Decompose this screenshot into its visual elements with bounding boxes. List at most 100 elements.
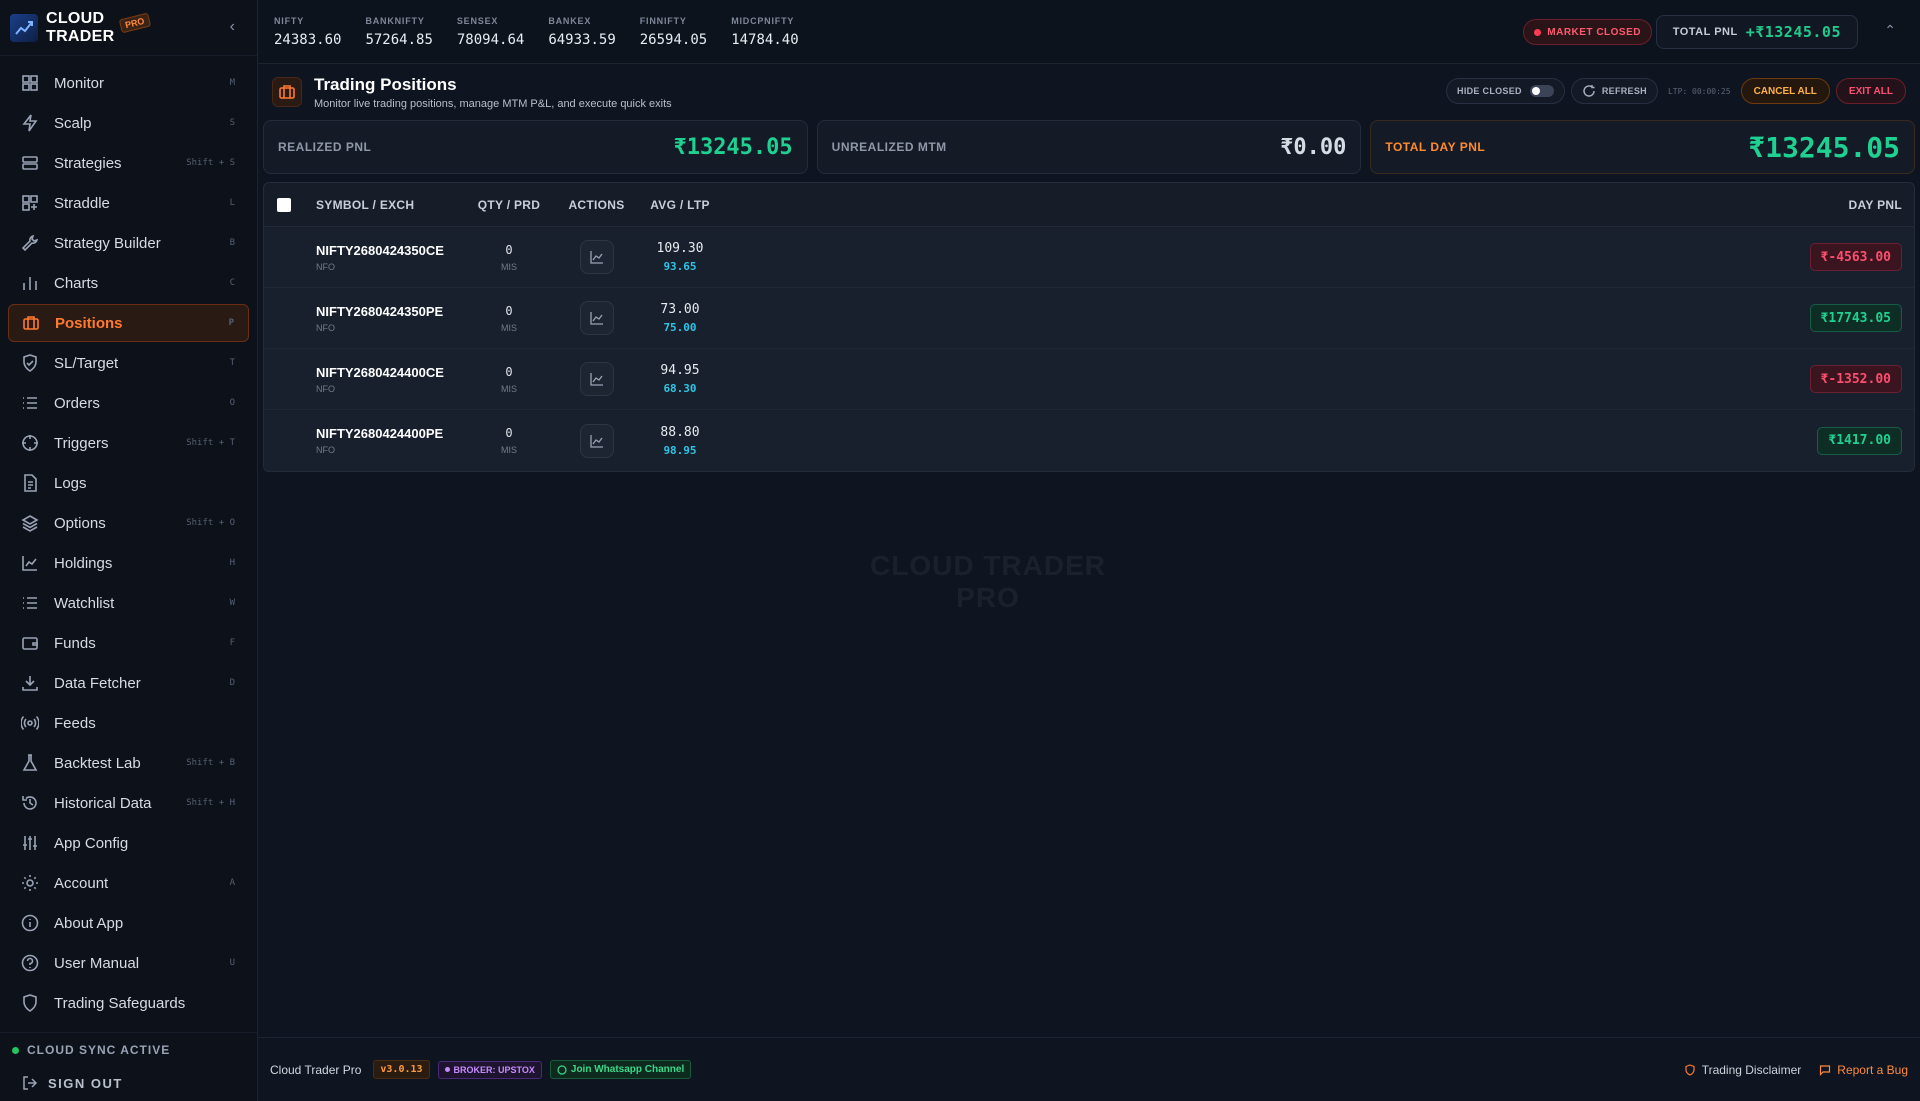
sidebar-item-straddle[interactable]: Straddle L bbox=[8, 184, 249, 222]
sidebar-item-user-manual[interactable]: User Manual U bbox=[8, 944, 249, 982]
collapse-sidebar-icon[interactable]: ‹ bbox=[230, 18, 235, 36]
trading-disclaimer-link[interactable]: Trading Disclaimer bbox=[1684, 1063, 1801, 1077]
position-product: MIS bbox=[500, 445, 517, 455]
sidebar-item-app-config[interactable]: App Config bbox=[8, 824, 249, 862]
ticker-midcpnifty: MIDCPNIFTY 14784.40 bbox=[731, 16, 798, 48]
exit-all-button[interactable]: EXIT ALL bbox=[1835, 78, 1906, 104]
sidebar-item-funds[interactable]: Funds F bbox=[8, 624, 249, 662]
keyboard-shortcut: Shift + S bbox=[186, 158, 235, 168]
sidebar-item-charts[interactable]: Charts C bbox=[8, 264, 249, 302]
ticker-name: BANKEX bbox=[548, 15, 592, 26]
list-icon bbox=[20, 593, 40, 613]
watermark-line-2: PRO bbox=[956, 582, 1020, 613]
hide-closed-toggle[interactable]: HIDE CLOSED bbox=[1446, 78, 1565, 104]
keyboard-shortcut: Shift + B bbox=[186, 758, 235, 768]
refresh-button[interactable]: REFRESH bbox=[1570, 78, 1658, 104]
position-product: MIS bbox=[500, 383, 517, 394]
hide-closed-label: HIDE CLOSED bbox=[1457, 86, 1522, 96]
sidebar-item-trading-safeguards[interactable]: Trading Safeguards bbox=[8, 984, 249, 1022]
position-avg-price: 73.00 bbox=[660, 302, 700, 317]
info-icon bbox=[20, 913, 40, 933]
message-icon bbox=[1820, 1064, 1831, 1076]
sidebar-item-feeds[interactable]: Feeds bbox=[8, 704, 249, 742]
position-avg-price: 94.95 bbox=[660, 363, 700, 378]
position-product: MIS bbox=[500, 261, 517, 272]
total-day-pnl-value: ₹13245.05 bbox=[1748, 130, 1901, 164]
sidebar-item-scalp[interactable]: Scalp S bbox=[8, 104, 249, 142]
gear-icon bbox=[20, 873, 40, 893]
whatsapp-channel-link[interactable]: Join Whatsapp Channel bbox=[549, 1060, 692, 1079]
straddle-icon bbox=[20, 193, 40, 213]
cancel-all-button[interactable]: CANCEL ALL bbox=[1740, 78, 1830, 104]
unrealized-mtm-label: UNREALIZED MTM bbox=[831, 140, 947, 154]
view-chart-button[interactable] bbox=[579, 362, 614, 396]
keyboard-shortcut: C bbox=[229, 278, 235, 288]
line-chart-icon bbox=[589, 434, 603, 448]
view-chart-button[interactable] bbox=[579, 423, 614, 458]
sidebar-item-label: Data Fetcher bbox=[54, 674, 141, 692]
sidebar-item-strategies[interactable]: Strategies Shift + S bbox=[8, 144, 249, 182]
sidebar-item-holdings[interactable]: Holdings H bbox=[8, 544, 249, 582]
select-all-checkbox[interactable] bbox=[277, 197, 291, 212]
sidebar-item-about-app[interactable]: About App bbox=[8, 904, 249, 942]
sidebar-item-strategy-builder[interactable]: Strategy Builder B bbox=[8, 224, 249, 262]
keyboard-shortcut: U bbox=[229, 958, 235, 968]
sidebar-item-orders[interactable]: Orders O bbox=[8, 384, 249, 422]
sign-out-button[interactable]: SIGN OUT bbox=[12, 1075, 245, 1091]
ticker-name: SENSEX bbox=[456, 15, 499, 26]
sidebar-item-sl-target[interactable]: SL/Target T bbox=[8, 344, 249, 382]
ticker-finnifty: FINNIFTY 26594.05 bbox=[640, 16, 707, 48]
sidebar-item-options[interactable]: Options Shift + O bbox=[8, 504, 249, 542]
stack-icon bbox=[20, 513, 40, 533]
sidebar-item-positions[interactable]: Positions P bbox=[8, 304, 249, 342]
sidebar-item-backtest-lab[interactable]: Backtest Lab Shift + B bbox=[8, 744, 249, 782]
chevron-up-icon[interactable]: ⌃ bbox=[1884, 22, 1896, 39]
sidebar-item-data-fetcher[interactable]: Data Fetcher D bbox=[8, 664, 249, 702]
refresh-icon bbox=[1583, 85, 1595, 97]
ticker-bankex: BANKEX 64933.59 bbox=[548, 16, 615, 48]
flask-icon bbox=[20, 753, 40, 773]
keyboard-shortcut: D bbox=[229, 678, 235, 688]
keyboard-shortcut: T bbox=[229, 358, 235, 368]
sidebar-item-logs[interactable]: Logs bbox=[8, 464, 249, 502]
view-chart-button[interactable] bbox=[579, 301, 614, 335]
whatsapp-label: Join Whatsapp Channel bbox=[570, 1064, 685, 1075]
view-chart-button[interactable] bbox=[579, 240, 614, 274]
position-day-pnl: ₹-4563.00 bbox=[1809, 243, 1902, 271]
position-day-pnl: ₹1417.00 bbox=[1817, 426, 1902, 455]
col-day-pnl: DAY PNL bbox=[1848, 197, 1902, 212]
sidebar-item-account[interactable]: Account A bbox=[8, 864, 249, 902]
sidebar-item-watchlist[interactable]: Watchlist W bbox=[8, 584, 249, 622]
page-title: Trading Positions bbox=[314, 74, 457, 94]
col-actions: ACTIONS bbox=[568, 197, 625, 212]
whatsapp-icon bbox=[557, 1064, 567, 1075]
position-ltp: 75.00 bbox=[663, 321, 697, 334]
keyboard-shortcut: F bbox=[229, 638, 235, 648]
layers-icon bbox=[20, 153, 40, 173]
bar-chart-icon bbox=[20, 273, 40, 293]
keyboard-shortcut: A bbox=[229, 878, 235, 888]
footer: Cloud Trader Pro v3.0.13 BROKER: UPSTOX … bbox=[258, 1037, 1920, 1101]
broker-dot-icon bbox=[444, 1067, 450, 1072]
position-day-pnl: ₹17743.05 bbox=[1809, 304, 1902, 332]
bolt-icon bbox=[20, 113, 40, 133]
sidebar-item-historical-data[interactable]: Historical Data Shift + H bbox=[8, 784, 249, 822]
refresh-label: REFRESH bbox=[1601, 86, 1647, 96]
report-bug-link[interactable]: Report a Bug bbox=[1819, 1063, 1908, 1077]
table-row[interactable]: NIFTY2680424350PE NFO 0 MIS 73.00 75.00 ₹17743… bbox=[264, 288, 1914, 349]
position-qty: 0 bbox=[505, 303, 513, 318]
toggle-switch[interactable] bbox=[1529, 85, 1554, 97]
position-symbol: NIFTY2680424350CE bbox=[316, 242, 444, 258]
sliders-icon bbox=[20, 833, 40, 853]
position-qty: 0 bbox=[505, 364, 513, 379]
sidebar-item-triggers[interactable]: Triggers Shift + T bbox=[8, 424, 249, 462]
version-badge: v3.0.13 bbox=[373, 1060, 430, 1079]
col-avg-ltp: AVG / LTP bbox=[650, 197, 710, 212]
table-row[interactable]: NIFTY2680424400CE NFO 0 MIS 94.95 68.30 ₹-1352… bbox=[264, 349, 1914, 410]
table-row[interactable]: NIFTY2680424350CE NFO 0 MIS 109.30 93.65 ₹-456… bbox=[264, 227, 1914, 288]
position-day-pnl: ₹-1352.00 bbox=[1809, 365, 1902, 393]
unrealized-mtm-card: UNREALIZED MTM ₹0.00 bbox=[816, 120, 1362, 174]
sidebar-item-label: Monitor bbox=[54, 74, 105, 92]
keyboard-shortcut: L bbox=[229, 198, 235, 208]
sidebar-item-monitor[interactable]: Monitor M bbox=[8, 64, 249, 102]
